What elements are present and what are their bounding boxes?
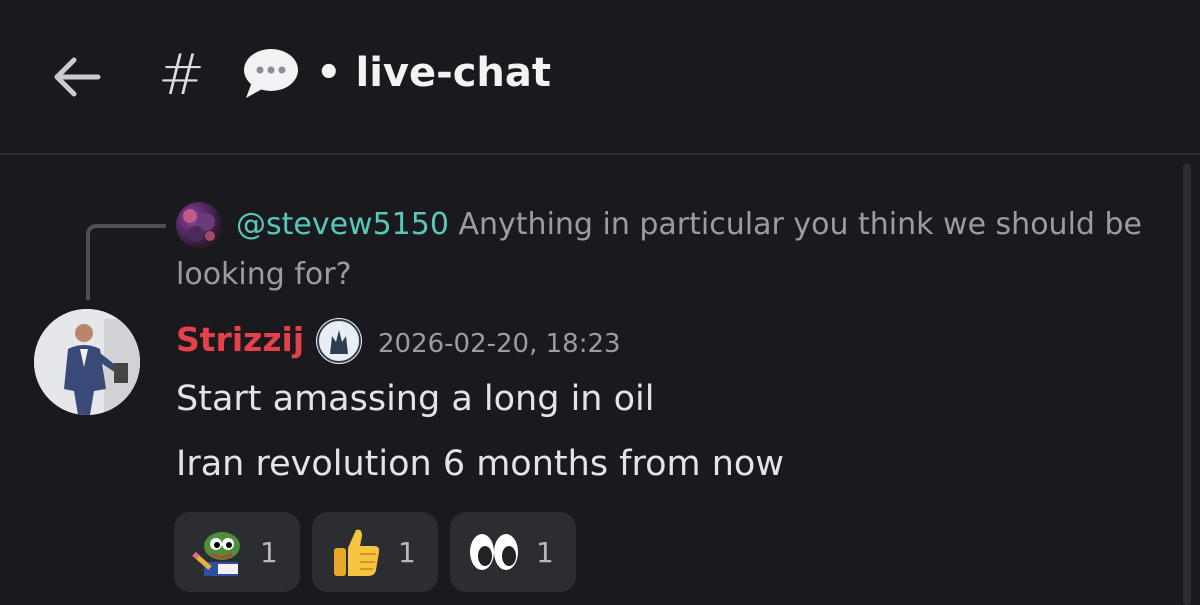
eyes-icon [470, 534, 518, 570]
channel-name[interactable]: • live-chat [316, 48, 551, 98]
message-line: Iran revolution 6 months from now [176, 444, 784, 484]
reaction-eyes[interactable]: 1 [450, 512, 576, 592]
channel-hash-icon: # [158, 43, 205, 108]
pepe-writing-icon [192, 532, 240, 576]
reply-mention[interactable]: @stevew5150 [236, 207, 449, 242]
reaction-count: 1 [260, 535, 278, 569]
arrow-left-icon [54, 57, 101, 97]
speech-bubble-icon [244, 49, 298, 98]
wolf-badge-icon [317, 319, 361, 363]
scrollbar[interactable] [1183, 163, 1191, 605]
reaction-pepe[interactable]: 1 [174, 512, 300, 592]
reply-preview[interactable]: @stevew5150 Anything in particular you t… [176, 200, 1176, 300]
reaction-count: 1 [536, 535, 554, 569]
header-divider [0, 153, 1200, 155]
back-button[interactable] [50, 50, 104, 104]
thumbs-up-icon [334, 529, 380, 576]
role-badge-icon[interactable] [316, 318, 362, 364]
message-line: Start amassing a long in oil [176, 379, 655, 419]
user-avatar[interactable] [34, 309, 140, 415]
message-timestamp: 2026-02-20, 18:23 [378, 329, 621, 359]
reaction-bar: 1 1 1 [174, 512, 576, 592]
channel-header: # • live-chat [0, 0, 1200, 152]
reaction-count: 1 [398, 535, 416, 569]
reply-connector [86, 224, 166, 300]
message-username[interactable]: Strizzij [176, 318, 304, 362]
reaction-thumbs-up[interactable]: 1 [312, 512, 438, 592]
avatar-photo-icon [34, 309, 140, 415]
